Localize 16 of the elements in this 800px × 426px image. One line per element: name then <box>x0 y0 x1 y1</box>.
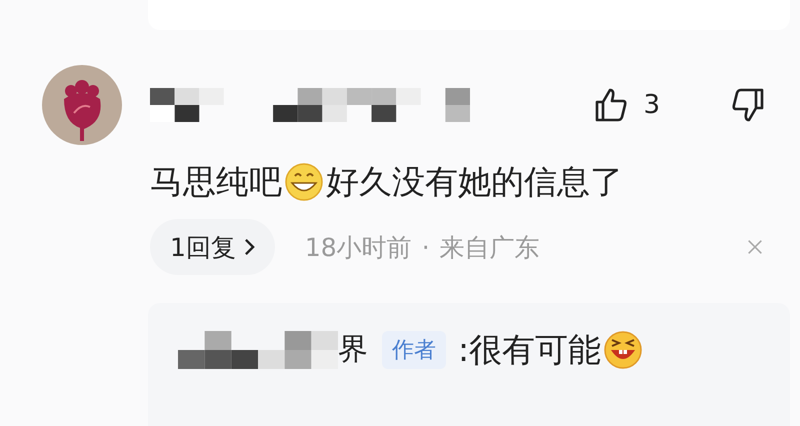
reply-author-name: 界 <box>338 331 368 369</box>
comment-location: 来自广东 <box>440 232 540 264</box>
comment-text: 马思纯吧 <box>150 161 282 203</box>
grin-emoji-icon <box>284 162 324 202</box>
reply-text: :很有可能 <box>458 328 602 370</box>
replies-button[interactable]: 1回复 <box>150 219 275 275</box>
thumbs-down-icon[interactable] <box>730 87 766 123</box>
laughing-emoji-icon <box>603 330 644 370</box>
chevron-right-icon <box>244 238 255 256</box>
comment-time: 18小时前 <box>304 232 412 264</box>
thumbs-up-icon[interactable] <box>593 87 630 123</box>
separator: · <box>422 232 430 262</box>
comment-text: 好久没有她的信息了 <box>326 161 623 203</box>
avatar-icon <box>42 65 122 145</box>
author-badge: 作者 <box>382 330 446 368</box>
like-count: 3 <box>643 90 660 120</box>
